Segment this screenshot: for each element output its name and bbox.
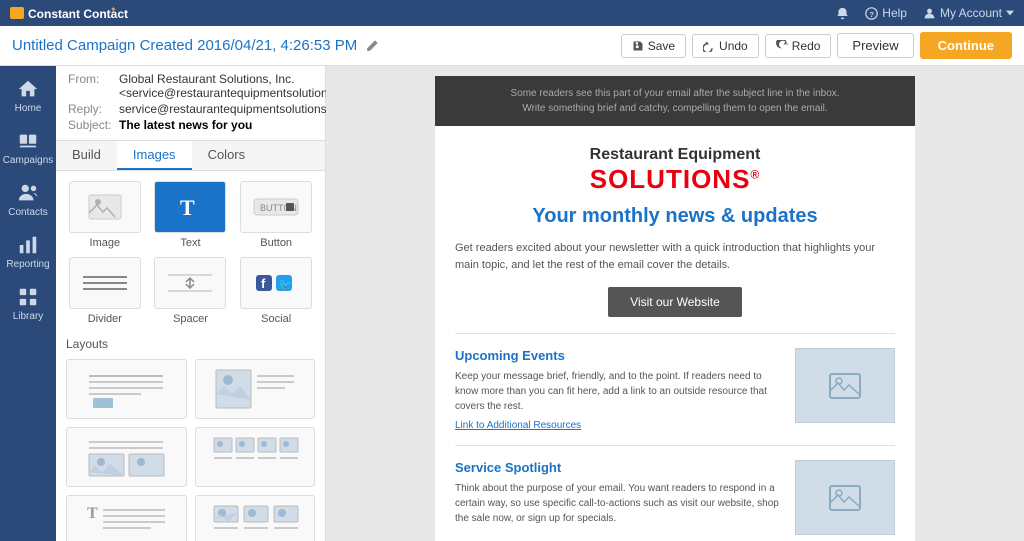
blocks-panel: Image T Text BUTTON: [56, 171, 325, 541]
preview-cta: Visit our Website: [455, 287, 895, 317]
sidebar-item-reporting[interactable]: Reporting: [0, 226, 56, 278]
bell-icon[interactable]: [836, 7, 849, 20]
brand-logo: Restaurant Equipment SOLUTIONS®: [455, 146, 895, 195]
section1-body: Keep your message brief, friendly, and t…: [455, 369, 783, 414]
block-divider-icon: [69, 257, 141, 309]
svg-text:T: T: [87, 505, 98, 522]
main: Home Campaigns Contacts Reporting Librar…: [0, 66, 1024, 541]
block-social-icon: f 🐦: [240, 257, 312, 309]
tab-images[interactable]: Images: [117, 141, 192, 170]
block-button-icon: BUTTON: [240, 181, 312, 233]
save-button[interactable]: Save: [621, 34, 686, 58]
email-preview: Some readers see this part of your email…: [435, 76, 915, 541]
block-text[interactable]: T Text: [152, 181, 230, 249]
sidebar-item-home[interactable]: Home: [0, 70, 56, 122]
tab-colors[interactable]: Colors: [192, 141, 262, 170]
block-image[interactable]: Image: [66, 181, 144, 249]
help-button[interactable]: ? Help: [865, 6, 907, 20]
block-button-label: Button: [260, 237, 292, 249]
preview-preheader: Some readers see this part of your email…: [435, 76, 915, 126]
subject-value: The latest news for you: [119, 118, 252, 132]
block-text-label: Text: [180, 237, 200, 249]
preview-button[interactable]: Preview: [837, 33, 913, 58]
block-image-icon: [69, 181, 141, 233]
reply-label: Reply:: [68, 102, 113, 116]
block-button[interactable]: BUTTON Button: [237, 181, 315, 249]
layout-three-col[interactable]: [195, 495, 316, 541]
layout-four-col[interactable]: [195, 427, 316, 487]
layouts-grid: T: [66, 359, 315, 541]
block-spacer-icon: [154, 257, 226, 309]
tabs: Build Images Colors: [56, 141, 325, 171]
reply-value: service@restaurantequipmentsolutions.com: [119, 102, 353, 116]
redo-button[interactable]: Redo: [765, 34, 832, 58]
svg-text:🐦: 🐦: [278, 279, 292, 291]
preview-section-2-image: [795, 460, 895, 535]
from-label: From:: [68, 72, 113, 100]
preview-divider: [455, 333, 895, 334]
block-social[interactable]: f 🐦 Social: [237, 257, 315, 325]
header-actions: Save Undo Redo Preview Continue: [621, 32, 1012, 59]
block-spacer-label: Spacer: [173, 313, 208, 325]
layout-single-text[interactable]: [66, 359, 187, 419]
sidenav: Home Campaigns Contacts Reporting Librar…: [0, 66, 56, 541]
block-image-label: Image: [90, 237, 121, 249]
sidebar-item-campaigns[interactable]: Campaigns: [0, 122, 56, 174]
layout-image-text[interactable]: [66, 427, 187, 487]
sidebar-item-library[interactable]: Library: [0, 278, 56, 330]
panels: From: Global Restaurant Solutions, Inc.<…: [56, 66, 326, 541]
email-info: From: Global Restaurant Solutions, Inc.<…: [56, 66, 325, 141]
campaign-title: Untitled Campaign Created 2016/04/21, 4:…: [12, 37, 613, 54]
preview-body: Restaurant Equipment SOLUTIONS® Your mon…: [435, 126, 915, 541]
section2-title: Service Spotlight: [455, 460, 783, 475]
content-area: Some readers see this part of your email…: [326, 66, 1024, 541]
preview-section-1-image: [795, 348, 895, 423]
preview-intro: Get readers excited about your newslette…: [455, 240, 895, 273]
block-divider[interactable]: Divider: [66, 257, 144, 325]
layout-text-icon[interactable]: T: [66, 495, 187, 541]
svg-text:T: T: [180, 195, 195, 220]
edit-icon[interactable]: [365, 39, 379, 53]
continue-button[interactable]: Continue: [920, 32, 1012, 59]
account-button[interactable]: My Account: [923, 6, 1014, 20]
undo-button[interactable]: Undo: [692, 34, 759, 58]
block-spacer[interactable]: Spacer: [152, 257, 230, 325]
blocks-grid: Image T Text BUTTON: [66, 181, 315, 325]
section1-link[interactable]: Link to Additional Resources: [455, 420, 783, 431]
header: Untitled Campaign Created 2016/04/21, 4:…: [0, 26, 1024, 66]
brand-main: SOLUTIONS®: [455, 164, 895, 195]
section2-body: Think about the purpose of your email. Y…: [455, 481, 783, 526]
block-social-label: Social: [261, 313, 291, 325]
preview-headline: Your monthly news & updates: [455, 205, 895, 228]
tab-build[interactable]: Build: [56, 141, 117, 170]
block-text-icon: T: [154, 181, 226, 233]
svg-text:f: f: [261, 276, 266, 291]
block-divider-label: Divider: [88, 313, 122, 325]
topbar: Constant Contact ✦ ? Help My Account: [0, 0, 1024, 26]
preview-section-1-text: Upcoming Events Keep your message brief,…: [455, 348, 783, 431]
layouts-title: Layouts: [66, 337, 315, 351]
cta-button[interactable]: Visit our Website: [608, 287, 742, 317]
preview-section-1: Upcoming Events Keep your message brief,…: [455, 348, 895, 431]
subject-label: Subject:: [68, 118, 113, 132]
sidebar-item-contacts[interactable]: Contacts: [0, 174, 56, 226]
layout-two-col-image[interactable]: [195, 359, 316, 419]
svg-text:?: ?: [870, 9, 875, 18]
section1-title: Upcoming Events: [455, 348, 783, 363]
preview-divider-2: [455, 445, 895, 446]
preview-section-2: Service Spotlight Think about the purpos…: [455, 460, 895, 535]
preview-section-2-text: Service Spotlight Think about the purpos…: [455, 460, 783, 535]
svg-text:✦: ✦: [110, 5, 117, 14]
